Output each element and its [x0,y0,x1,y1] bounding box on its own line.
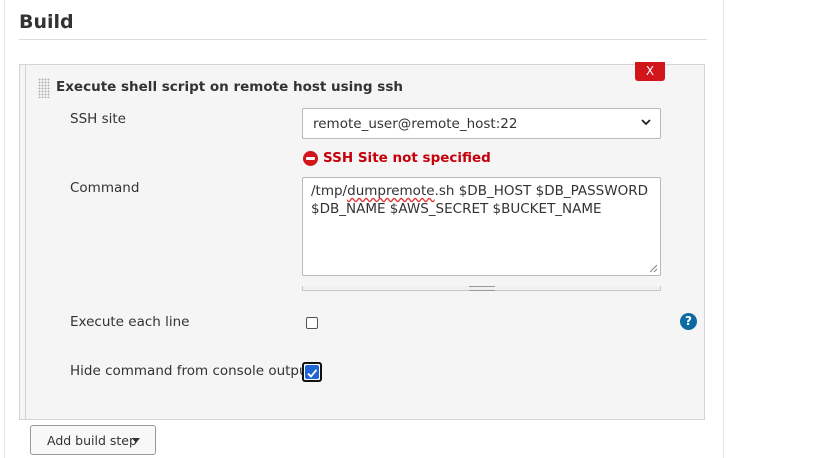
add-build-step-button[interactable]: Add build step [30,425,156,455]
delete-step-button[interactable]: X [635,62,665,81]
command-textarea[interactable]: /tmp/dumpremote.sh $DB_HOST $DB_PASSWORD… [302,177,661,276]
chevron-down-icon [641,119,651,126]
caret-down-icon [132,438,140,443]
section-title: Build [19,11,74,33]
ssh-site-selected-value: remote_user@remote_host:22 [313,116,518,132]
resize-grip-icon[interactable] [649,264,658,273]
hide-command-label: Hide command from console output [70,363,313,379]
command-line-2: $DB_NAME $AWS_SECRET $BUCKET_NAME [311,200,602,217]
execute-each-line-checkbox[interactable] [306,317,318,329]
add-build-step-label: Add build step [47,433,137,448]
checkmark-icon [307,369,318,378]
section-divider [19,39,707,40]
ssh-site-label: SSH site [70,111,126,127]
step-title: Execute shell script on remote host usin… [56,79,403,95]
spellcheck-word: dumpremote [347,183,435,199]
ssh-site-select[interactable]: remote_user@remote_host:22 [302,108,661,139]
step-inner-border [25,64,26,420]
textarea-drag-bar[interactable] [302,286,661,291]
grip-lines-icon [469,286,495,291]
command-line-1-post: .sh $DB_HOST $DB_PASSWORD [434,183,648,199]
error-icon [303,150,318,166]
command-label: Command [70,180,140,196]
help-icon[interactable]: ? [680,313,697,330]
ssh-site-error: SSH Site not specified [303,149,491,167]
hide-command-checkbox[interactable] [302,362,322,382]
execute-each-line-label: Execute each line [70,314,190,330]
command-line-1-pre: /tmp/ [311,183,348,199]
drag-handle-icon[interactable] [38,78,50,98]
checkbox-fill [305,365,319,379]
command-line-1: /tmp/dumpremote.sh $DB_HOST $DB_PASSWORD [311,183,652,201]
error-message: SSH Site not specified [323,150,491,166]
